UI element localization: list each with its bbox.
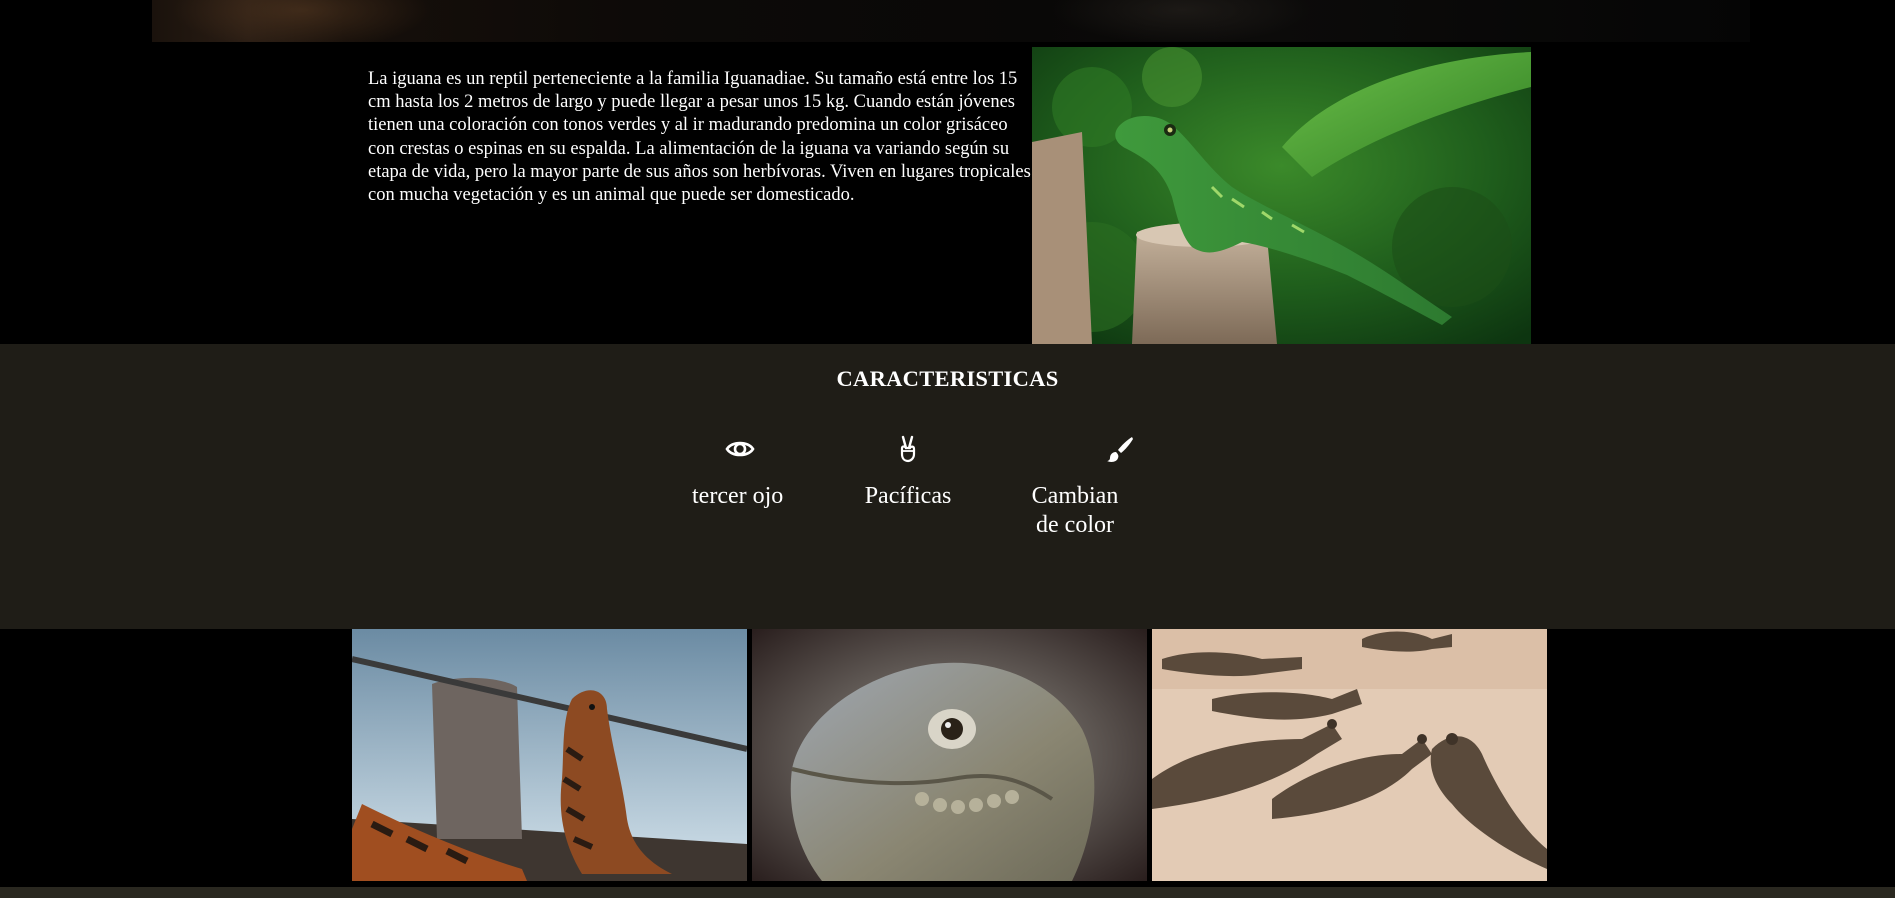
header-image-detail xyxy=(1052,0,1312,42)
section-title: CARACTERISTICAS xyxy=(836,366,1059,391)
intro-paragraph: La iguana es un reptil perteneciente a l… xyxy=(368,69,1031,206)
characteristics-section: CARACTERISTICAS tercer ojo Pacíficas Cam… xyxy=(0,344,1895,629)
green-iguana-photo xyxy=(1032,47,1531,344)
orange-iguana-photo xyxy=(352,629,747,881)
feature-third-eye: tercer ojo xyxy=(690,434,790,511)
intro-section: La iguana es un reptil perteneciente a l… xyxy=(0,42,1895,344)
peace-hand-icon xyxy=(893,434,923,464)
iguana-closeup-photo xyxy=(752,629,1147,881)
eye-icon xyxy=(725,434,755,464)
header-background-image xyxy=(152,0,1750,42)
feature-peaceful: Pacíficas xyxy=(858,434,958,511)
footer-bar xyxy=(0,887,1895,898)
feature-label: Pacíficas xyxy=(864,483,952,509)
feature-label: tercer ojo xyxy=(692,483,784,509)
paint-brush-icon xyxy=(1105,434,1135,464)
feature-change-color: Cambian de color xyxy=(1025,434,1133,540)
photo-gallery xyxy=(0,629,1895,887)
header-image-detail xyxy=(172,0,432,42)
feature-label: Cambian de color xyxy=(1031,483,1119,538)
iguanas-on-beach-photo xyxy=(1152,629,1547,881)
